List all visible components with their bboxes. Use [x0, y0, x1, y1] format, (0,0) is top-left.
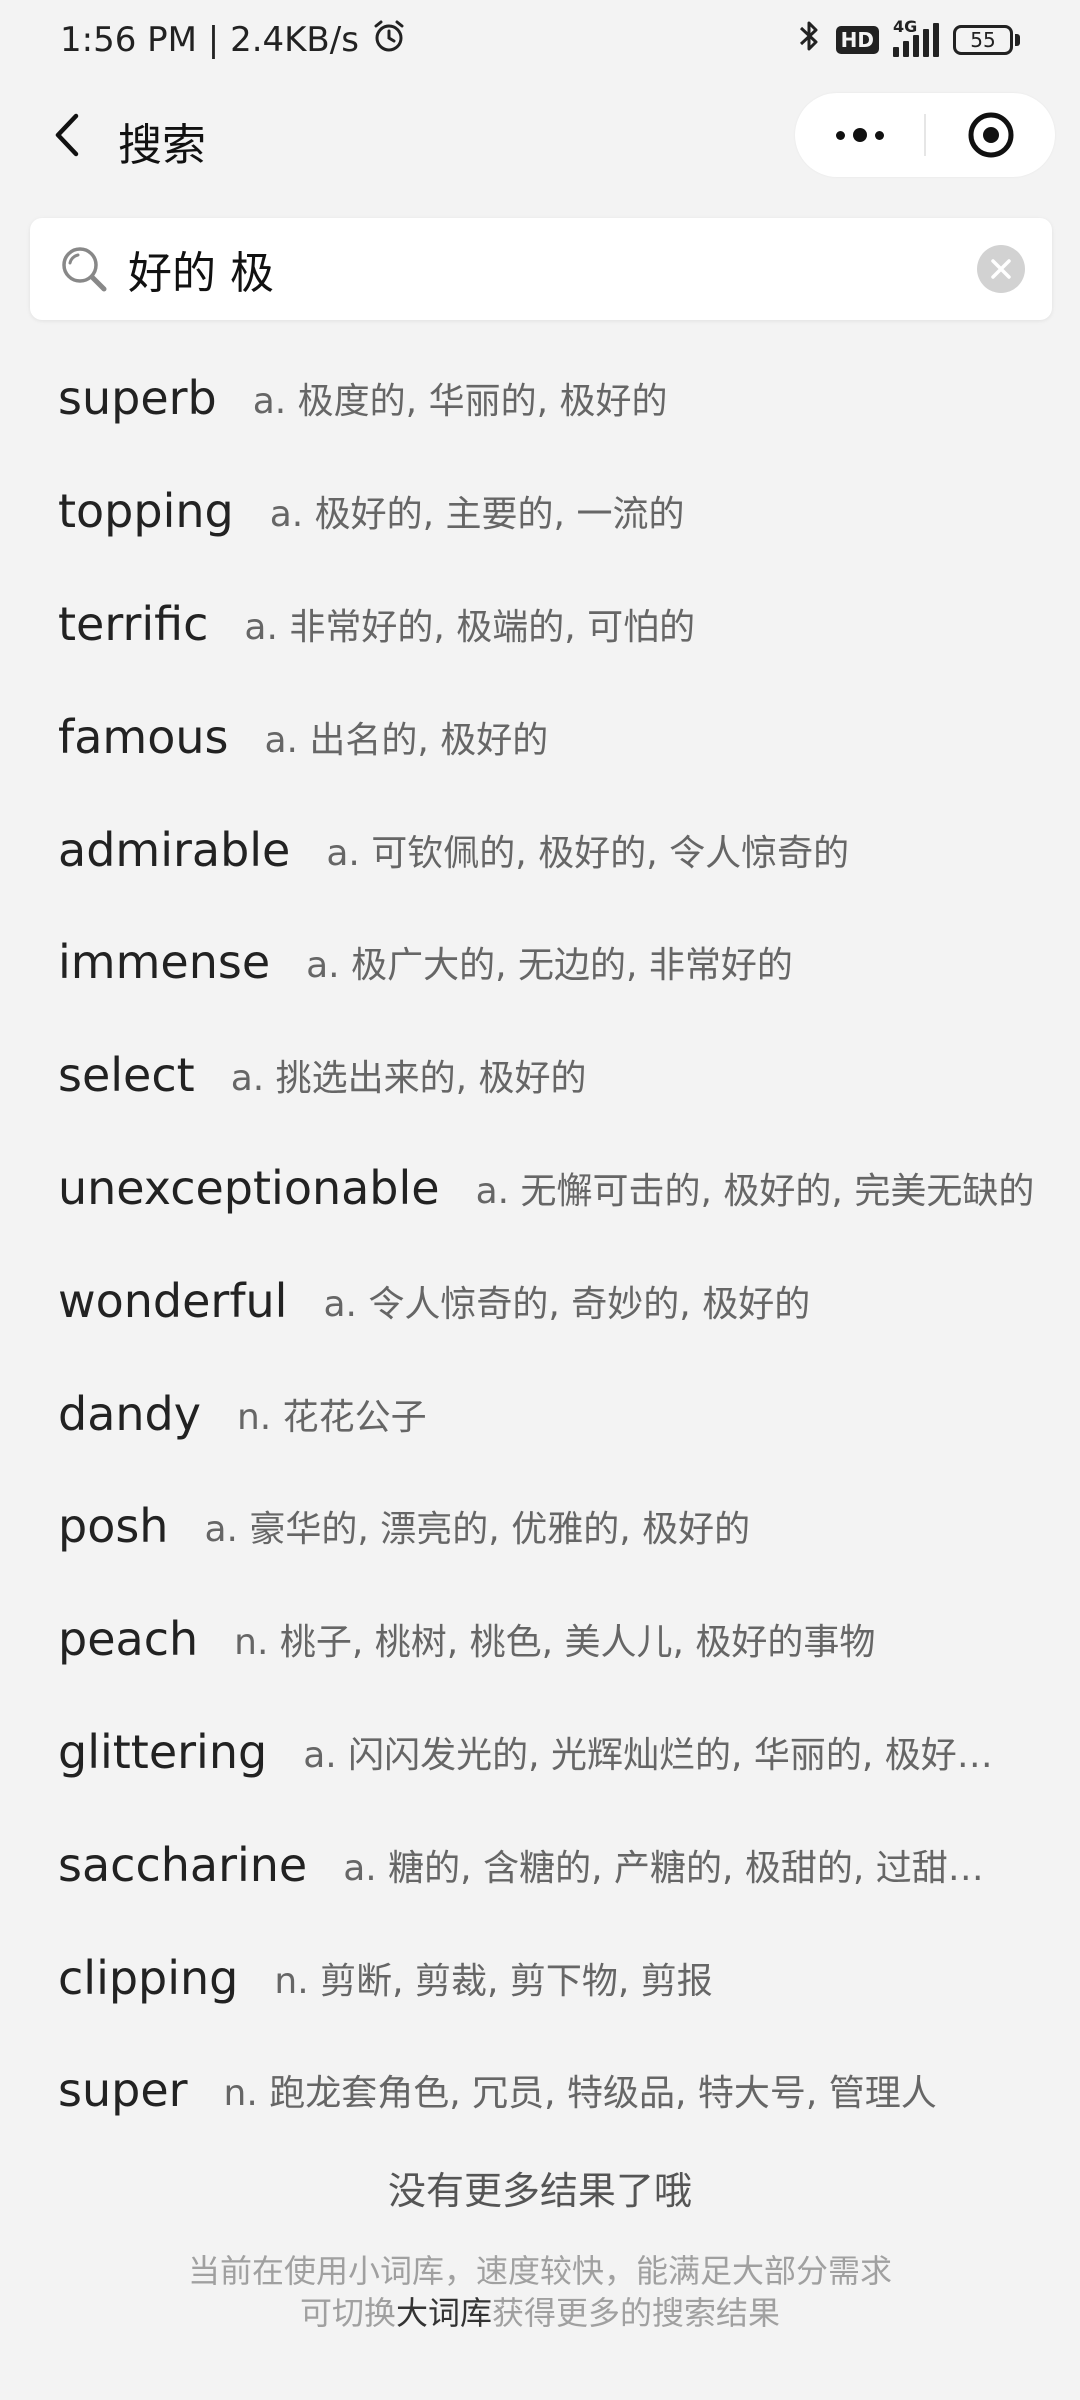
result-definition: n. 剪断, 剪裁, 剪下物, 剪报 — [274, 1960, 713, 2002]
list-item[interactable]: superb a. 极度的, 华丽的, 极好的 — [58, 342, 1058, 455]
result-definition: a. 闪闪发光的, 光辉灿烂的, 华丽的, 极好… — [303, 1734, 993, 1776]
result-definition: a. 非常好的, 极端的, 可怕的 — [244, 606, 696, 648]
result-word: admirable — [58, 822, 291, 877]
dictionary-note: 当前在使用小词库，速度较快，能满足大部分需求 可切换大词库获得更多的搜索结果 — [0, 2250, 1080, 2334]
signal-icon: 4G — [893, 17, 939, 57]
list-item[interactable]: posh a. 豪华的, 漂亮的, 优雅的, 极好的 — [58, 1470, 1058, 1583]
list-item[interactable]: unexceptionable a. 无懈可击的, 极好的, 完美无缺的 — [58, 1132, 1058, 1245]
list-item[interactable]: dandy n. 花花公子 — [58, 1357, 1058, 1470]
result-definition: a. 出名的, 极好的 — [264, 719, 549, 761]
result-word: topping — [58, 484, 234, 539]
more-button[interactable] — [795, 93, 924, 177]
list-item[interactable]: admirable a. 可钦佩的, 极好的, 令人惊奇的 — [58, 793, 1058, 906]
result-definition: a. 极好的, 主要的, 一流的 — [269, 494, 685, 536]
dictionary-note-line2: 可切换大词库获得更多的搜索结果 — [0, 2292, 1080, 2334]
battery-level: 55 — [953, 25, 1013, 55]
dictionary-note-suffix: 获得更多的搜索结果 — [492, 2294, 781, 2332]
result-definition: a. 极度的, 华丽的, 极好的 — [252, 381, 668, 423]
target-icon — [968, 112, 1013, 158]
result-definition: a. 极广大的, 无边的, 非常好的 — [306, 945, 793, 987]
result-word: immense — [58, 935, 271, 990]
list-item[interactable]: glittering a. 闪闪发光的, 光辉灿烂的, 华丽的, 极好… — [58, 1696, 1058, 1809]
result-definition: a. 令人惊奇的, 奇妙的, 极好的 — [323, 1283, 811, 1325]
status-time-speed: 1:56 PM | 2.4KB/s — [60, 20, 359, 60]
status-bar: 1:56 PM | 2.4KB/s HD 4G 55 — [0, 0, 1080, 80]
list-item[interactable]: wonderful a. 令人惊奇的, 奇妙的, 极好的 — [58, 1244, 1058, 1357]
list-item[interactable]: immense a. 极广大的, 无边的, 非常好的 — [58, 906, 1058, 1019]
list-item[interactable]: select a. 挑选出来的, 极好的 — [58, 1019, 1058, 1132]
dictionary-note-prefix: 可切换 — [299, 2294, 396, 2332]
list-item[interactable]: super n. 跑龙套角色, 冗员, 特级品, 特大号, 管理人 — [58, 2034, 1058, 2147]
results-list: superb a. 极度的, 华丽的, 极好的 topping a. 极好的, … — [58, 342, 1058, 2147]
large-dictionary-link[interactable]: 大词库 — [396, 2294, 492, 2332]
result-word: saccharine — [58, 1837, 308, 1892]
nav-header: 搜索 — [0, 85, 1080, 185]
back-button[interactable] — [38, 105, 98, 165]
list-item[interactable]: saccharine a. 糖的, 含糖的, 产糖的, 极甜的, 过甜… — [58, 1808, 1058, 1921]
chevron-left-icon — [55, 113, 79, 157]
result-word: select — [58, 1048, 195, 1103]
clear-icon[interactable] — [976, 244, 1026, 294]
no-more-results-text: 没有更多结果了哦 — [387, 2169, 692, 2213]
list-item[interactable]: topping a. 极好的, 主要的, 一流的 — [58, 455, 1058, 568]
result-word: unexceptionable — [58, 1160, 440, 1215]
list-item[interactable]: famous a. 出名的, 极好的 — [58, 680, 1058, 793]
result-definition: a. 无懈可击的, 极好的, 完美无缺的 — [475, 1170, 1035, 1212]
search-icon — [62, 247, 107, 292]
dictionary-note-line1: 当前在使用小词库，速度较快，能满足大部分需求 — [187, 2252, 892, 2290]
result-word: terrific — [58, 596, 209, 651]
list-item[interactable]: peach n. 桃子, 桃树, 桃色, 美人儿, 极好的事物 — [58, 1583, 1058, 1696]
result-word: posh — [58, 1499, 169, 1554]
list-item[interactable]: clipping n. 剪断, 剪裁, 剪下物, 剪报 — [58, 1921, 1058, 2034]
search-bar[interactable]: 好的 极 — [30, 218, 1052, 320]
result-word: clipping — [58, 1950, 239, 2005]
more-dots-icon — [835, 128, 884, 142]
hd-badge: HD — [835, 26, 879, 54]
result-definition: n. 跑龙套角色, 冗员, 特级品, 特大号, 管理人 — [223, 2073, 937, 2115]
close-miniprogram-button[interactable] — [926, 93, 1055, 177]
list-item[interactable]: terrific a. 非常好的, 极端的, 可怕的 — [58, 568, 1058, 681]
result-definition: n. 花花公子 — [236, 1396, 427, 1438]
result-definition: n. 桃子, 桃树, 桃色, 美人儿, 极好的事物 — [234, 1622, 876, 1664]
result-word: dandy — [58, 1386, 201, 1441]
status-right: HD 4G 55 — [796, 17, 1020, 63]
page-title: 搜索 — [118, 120, 206, 171]
result-definition: a. 豪华的, 漂亮的, 优雅的, 极好的 — [204, 1509, 751, 1551]
battery-icon: 55 — [953, 25, 1020, 55]
result-definition: a. 糖的, 含糖的, 产糖的, 极甜的, 过甜… — [343, 1847, 984, 1889]
miniprogram-capsule — [795, 93, 1055, 177]
result-word: famous — [58, 709, 229, 764]
alarm-icon — [371, 18, 407, 63]
result-word: glittering — [58, 1724, 268, 1779]
result-word: peach — [58, 1612, 199, 1667]
result-definition: a. 可钦佩的, 极好的, 令人惊奇的 — [326, 832, 850, 874]
search-input[interactable]: 好的 极 — [128, 237, 976, 301]
result-word: wonderful — [58, 1273, 288, 1328]
result-definition: a. 挑选出来的, 极好的 — [230, 1058, 587, 1100]
network-tag: 4G — [893, 17, 918, 36]
status-left: 1:56 PM | 2.4KB/s — [60, 18, 407, 63]
result-word: superb — [58, 371, 217, 426]
result-word: super — [58, 2063, 188, 2118]
bluetooth-icon — [796, 18, 822, 63]
